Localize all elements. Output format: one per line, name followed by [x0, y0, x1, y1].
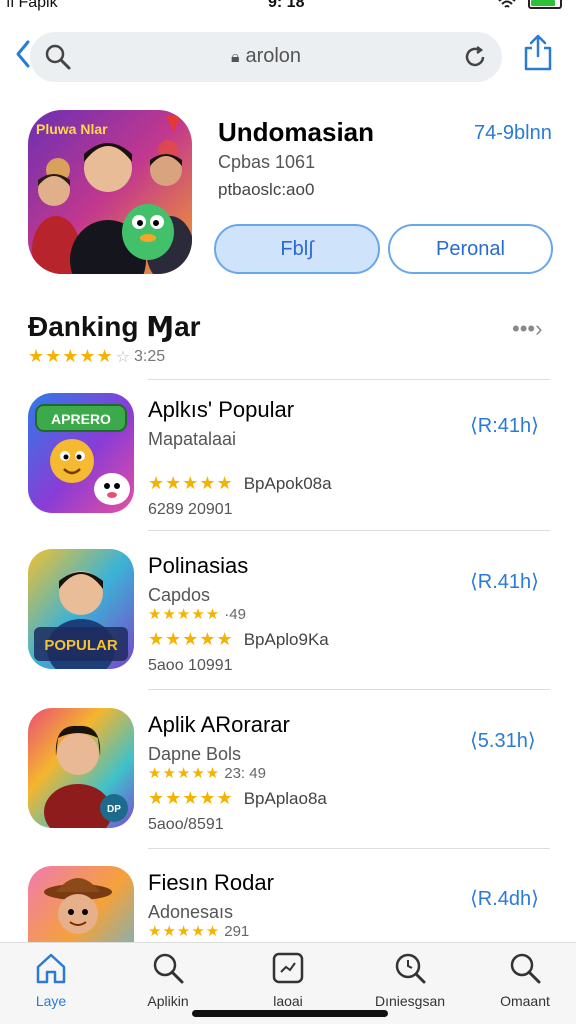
app-icon: APRERO — [28, 393, 134, 513]
lock-icon: 🔒︎ — [230, 49, 240, 66]
item-mini-rating: ★★★★★ 23: 49 — [148, 764, 266, 783]
home-icon — [36, 953, 66, 984]
item-title: Fiesın Rodar — [148, 870, 274, 895]
tab-label: Omaant — [500, 993, 550, 1009]
item-rating: ★★★★★ BpAplo9Ka — [148, 629, 329, 650]
wifi-icon — [498, 0, 516, 8]
app-developer: ptbaoslc:ao0 — [218, 180, 315, 199]
tab-home[interactable]: Laye — [3, 951, 99, 1019]
item-size[interactable]: ⟨R.4dh⟩ — [470, 886, 539, 911]
app-size: 74-9blnn — [474, 122, 552, 144]
star-rating-icon: ★★★★★ — [148, 765, 221, 782]
item-mini-rating-text: 23: 49 — [224, 764, 266, 782]
more-icon[interactable]: •••› — [512, 316, 542, 342]
section-rating: ★★★★★ ☆ 3:25 — [28, 346, 165, 367]
star-empty-icon: ☆ — [115, 348, 131, 366]
chart-icon — [272, 952, 304, 984]
tab-label: Laye — [35, 993, 67, 1009]
carrier-label: ıl Fapik — [6, 0, 58, 11]
star-rating-icon: ★★★★★ — [148, 473, 234, 493]
search-icon — [510, 953, 541, 984]
item-subtitle: Adonesaıs — [148, 902, 234, 922]
item-rating-text: BpAplo9Ka — [243, 629, 329, 649]
item-title: Aplik ARorarar — [148, 712, 290, 737]
item-count: 6289 20901 — [148, 501, 233, 518]
list-item[interactable]: DP Aplik ARorarar Dapne Bols ★★★★★ 23: 4… — [0, 708, 576, 858]
item-rating: ★★★★★ BpAplao8a — [148, 788, 327, 809]
star-rating-icon: ★★★★★ — [148, 788, 234, 808]
url-label: arolon — [245, 45, 302, 67]
app-icon-caption: Pluwa Nlar — [36, 121, 108, 137]
item-rating-text: BpApok08a — [243, 473, 332, 493]
tab-label: Ɩaoai — [273, 993, 303, 1009]
item-size[interactable]: ⟨R.41h⟩ — [470, 569, 539, 594]
star-rating-icon: ★★★★★ — [148, 923, 221, 940]
item-rating: ★★★★★ BpApok08a — [148, 473, 332, 494]
share-icon — [524, 34, 552, 71]
share-button[interactable] — [522, 34, 558, 74]
status-bar: ıl Fapik 9: 18 — [0, 0, 576, 14]
section-score: 3:25 — [134, 347, 166, 365]
item-rating-text: BpAplao8a — [243, 788, 327, 808]
app-subtitle: Cpbas 1061 — [218, 152, 316, 172]
tab-discover[interactable]: Dıniesgsan — [362, 951, 458, 1019]
app-icon[interactable]: Pluwa Nlar — [28, 110, 192, 274]
item-count: 5aoo 10991 — [148, 657, 233, 674]
item-mini-rating: ★★★★★ 291 — [148, 922, 250, 941]
star-rating-icon: ★★★★★ — [28, 346, 114, 366]
item-mini-rating-text: ·49 — [224, 605, 246, 623]
star-rating-icon: ★★★★★ — [148, 629, 234, 649]
tab-apps[interactable]: Aplikin — [120, 951, 216, 1019]
item-title: Polinasias — [148, 553, 249, 578]
magnifier-icon — [395, 953, 426, 984]
item-icon-caption: APRERO — [51, 411, 111, 427]
divider — [148, 530, 550, 531]
section-title: Ɖanking Ɱar — [28, 311, 201, 342]
divider — [148, 379, 550, 380]
divider — [148, 848, 550, 849]
home-indicator[interactable] — [192, 1010, 388, 1017]
item-mini-rating: ★★★★★ ·49 — [148, 605, 246, 624]
app-title: Undomasian — [218, 117, 375, 147]
divider — [148, 689, 550, 690]
tab-search[interactable]: Omaant — [477, 951, 573, 1019]
item-title: Aplkıs' Popular — [148, 397, 295, 422]
item-icon-caption: POPULAR — [44, 637, 118, 654]
address-bar[interactable]: 🔒︎ arolon — [30, 32, 502, 82]
item-count: 5aoo/8591 — [148, 816, 224, 833]
personal-button[interactable]: Peronal — [388, 224, 553, 274]
list-item[interactable]: POPULAR Polinasias Capdos ★★★★★ ·49 ★★★★… — [0, 549, 576, 699]
list-item[interactable]: APRERO Aplkıs' Popular Mapatalaai ★★★★★ … — [0, 393, 576, 543]
item-subtitle: Dapne Bols — [148, 744, 242, 764]
status-icons — [498, 0, 562, 10]
item-size[interactable]: ⟨R:41h⟩ — [470, 413, 539, 438]
item-subtitle: Capdos — [148, 585, 211, 605]
clock: 9: 18 — [268, 0, 305, 11]
battery-icon — [528, 0, 562, 9]
address-text: 🔒︎ arolon — [30, 45, 502, 68]
tab-charts[interactable]: Ɩaoai — [240, 951, 336, 1019]
star-rating-icon: ★★★★★ — [148, 606, 221, 623]
item-size[interactable]: ⟨5.31h⟩ — [470, 728, 536, 753]
tab-label: Aplikin — [147, 993, 189, 1009]
app-icon: POPULAR — [28, 549, 134, 669]
tab-label: Dıniesgsan — [374, 993, 446, 1009]
app-icon: DP — [28, 708, 134, 828]
item-subtitle: Mapatalaai — [148, 429, 237, 449]
item-icon-caption: DP — [107, 804, 121, 815]
reload-icon[interactable] — [462, 44, 488, 70]
get-button[interactable]: Fbl∫ — [214, 224, 380, 274]
search-icon — [153, 953, 184, 984]
item-mini-rating-text: 291 — [224, 922, 250, 940]
